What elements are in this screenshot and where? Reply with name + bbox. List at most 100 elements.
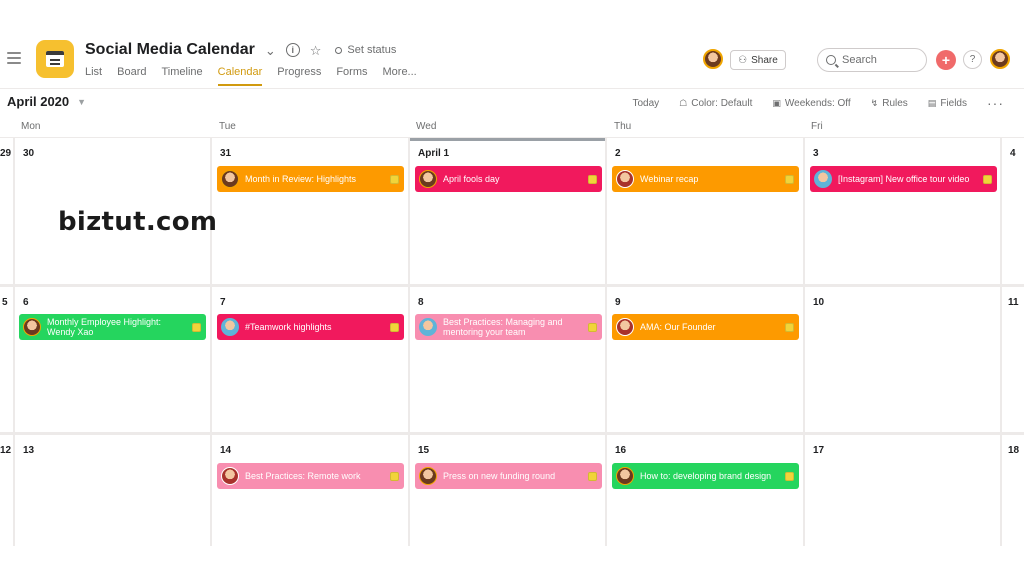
color-button[interactable]: ☖ Color: Default bbox=[679, 98, 752, 109]
day-number: 18 bbox=[1008, 445, 1020, 456]
project-title-row: Social Media Calendar ⌄ i ☆ Set status bbox=[85, 40, 396, 60]
complete-checkbox[interactable] bbox=[785, 175, 794, 184]
assignee-avatar bbox=[23, 318, 41, 336]
complete-checkbox[interactable] bbox=[390, 472, 399, 481]
column-divider bbox=[1000, 138, 1002, 546]
day-number: 9 bbox=[615, 297, 621, 308]
assignee-avatar bbox=[814, 170, 832, 188]
complete-checkbox[interactable] bbox=[588, 472, 597, 481]
column-divider bbox=[605, 138, 607, 546]
day-number: 10 bbox=[813, 297, 825, 308]
day-number: 11 bbox=[1008, 297, 1019, 308]
share-label: Share bbox=[751, 54, 778, 66]
calendar-app-icon bbox=[36, 40, 74, 78]
lightning-icon: ↯ bbox=[870, 97, 879, 108]
event-title: Month in Review: Highlights bbox=[245, 173, 357, 184]
weekends-label: Weekends: Off bbox=[784, 97, 851, 109]
assignee-avatar bbox=[616, 318, 634, 336]
day-number: 17 bbox=[813, 445, 825, 456]
tab-forms[interactable]: Forms bbox=[336, 66, 367, 84]
tab-progress[interactable]: Progress bbox=[277, 66, 321, 84]
info-icon[interactable]: i bbox=[285, 43, 300, 57]
complete-checkbox[interactable] bbox=[785, 323, 794, 332]
project-title: Social Media Calendar bbox=[85, 41, 255, 58]
tab-list[interactable]: List bbox=[85, 66, 102, 84]
fields-button[interactable]: ▤ Fields bbox=[928, 98, 967, 109]
month-selector[interactable]: April 2020 ▼ bbox=[7, 94, 86, 109]
help-button[interactable]: ? bbox=[963, 50, 982, 69]
people-icon: ⚇ bbox=[738, 54, 748, 66]
column-divider bbox=[210, 138, 212, 546]
week-divider bbox=[0, 432, 1024, 435]
assignee-avatar bbox=[221, 467, 239, 485]
event-title: Best Practices: Remote work bbox=[245, 470, 361, 481]
rules-button[interactable]: ↯ Rules bbox=[871, 98, 908, 109]
today-button[interactable]: Today bbox=[632, 98, 659, 109]
event-title: April fools day bbox=[443, 173, 500, 184]
event-card[interactable]: #Teamwork highlights bbox=[217, 314, 404, 340]
project-member-avatar[interactable] bbox=[703, 49, 723, 69]
event-title: How to: developing brand design bbox=[640, 470, 772, 481]
search-icon bbox=[826, 55, 836, 65]
calendar-grid: Mon Tue Wed Thu Fri 29 30 31 April 1 2 3… bbox=[0, 116, 1024, 546]
assignee-avatar bbox=[616, 170, 634, 188]
user-avatar[interactable] bbox=[990, 49, 1010, 69]
column-divider bbox=[13, 138, 15, 546]
tab-board[interactable]: Board bbox=[117, 66, 146, 84]
today-label: Today bbox=[632, 97, 660, 109]
event-card[interactable]: Best Practices: Managing and mentoring y… bbox=[415, 314, 602, 340]
event-title: Webinar recap bbox=[640, 173, 699, 184]
event-card[interactable]: Month in Review: Highlights bbox=[217, 166, 404, 192]
complete-checkbox[interactable] bbox=[192, 323, 201, 332]
event-card[interactable]: [Instagram] New office tour video bbox=[810, 166, 997, 192]
chevron-down-icon: ▼ bbox=[77, 96, 87, 107]
weekday-thu: Thu bbox=[614, 121, 632, 132]
day-number: 6 bbox=[23, 297, 29, 308]
tab-more[interactable]: More... bbox=[383, 66, 417, 84]
weekday-fri: Fri bbox=[811, 121, 823, 132]
set-status-button[interactable]: Set status bbox=[335, 44, 396, 56]
day-number: April 1 bbox=[418, 148, 450, 159]
event-card[interactable]: April fools day bbox=[415, 166, 602, 192]
day-number: 3 bbox=[813, 148, 819, 159]
paint-icon: ☖ bbox=[679, 97, 688, 108]
event-card[interactable]: Webinar recap bbox=[612, 166, 799, 192]
color-label: Color: Default bbox=[691, 97, 753, 109]
complete-checkbox[interactable] bbox=[983, 175, 992, 184]
assignee-avatar bbox=[221, 318, 239, 336]
fields-icon: ▤ bbox=[927, 97, 937, 108]
menu-icon[interactable] bbox=[7, 52, 21, 64]
complete-checkbox[interactable] bbox=[588, 323, 597, 332]
month-label: April 2020 bbox=[7, 94, 70, 109]
complete-checkbox[interactable] bbox=[785, 472, 794, 481]
search-placeholder: Search bbox=[842, 54, 877, 66]
rules-label: Rules bbox=[882, 97, 908, 109]
assignee-avatar bbox=[221, 170, 239, 188]
search-input[interactable]: Search bbox=[817, 48, 927, 72]
status-dot-icon bbox=[335, 46, 343, 54]
event-card[interactable]: Best Practices: Remote work bbox=[217, 463, 404, 489]
weekday-header: Mon Tue Wed Thu Fri bbox=[0, 116, 1024, 138]
complete-checkbox[interactable] bbox=[390, 323, 399, 332]
event-card[interactable]: How to: developing brand design bbox=[612, 463, 799, 489]
set-status-label: Set status bbox=[347, 44, 397, 56]
complete-checkbox[interactable] bbox=[390, 175, 399, 184]
day-number: 5 bbox=[2, 297, 8, 308]
add-button[interactable]: + bbox=[936, 50, 956, 70]
more-options-icon[interactable]: ··· bbox=[987, 96, 1004, 110]
tab-calendar[interactable]: Calendar bbox=[217, 66, 262, 86]
weekends-button[interactable]: ▣ Weekends: Off bbox=[772, 98, 850, 109]
week-divider bbox=[0, 284, 1024, 287]
day-number: 30 bbox=[23, 148, 35, 159]
chevron-down-icon[interactable]: ⌄ bbox=[265, 44, 276, 57]
event-title: Best Practices: Managing and mentoring y… bbox=[443, 316, 563, 337]
tab-timeline[interactable]: Timeline bbox=[161, 66, 202, 84]
day-number: 8 bbox=[418, 297, 424, 308]
share-button[interactable]: ⚇ Share bbox=[730, 50, 786, 70]
event-card[interactable]: Monthly Employee Highlight: Wendy Xao bbox=[19, 314, 206, 340]
star-icon[interactable]: ☆ bbox=[310, 44, 322, 57]
event-title: Press on new funding round bbox=[443, 470, 556, 481]
complete-checkbox[interactable] bbox=[588, 175, 597, 184]
event-card[interactable]: Press on new funding round bbox=[415, 463, 602, 489]
event-card[interactable]: AMA: Our Founder bbox=[612, 314, 799, 340]
